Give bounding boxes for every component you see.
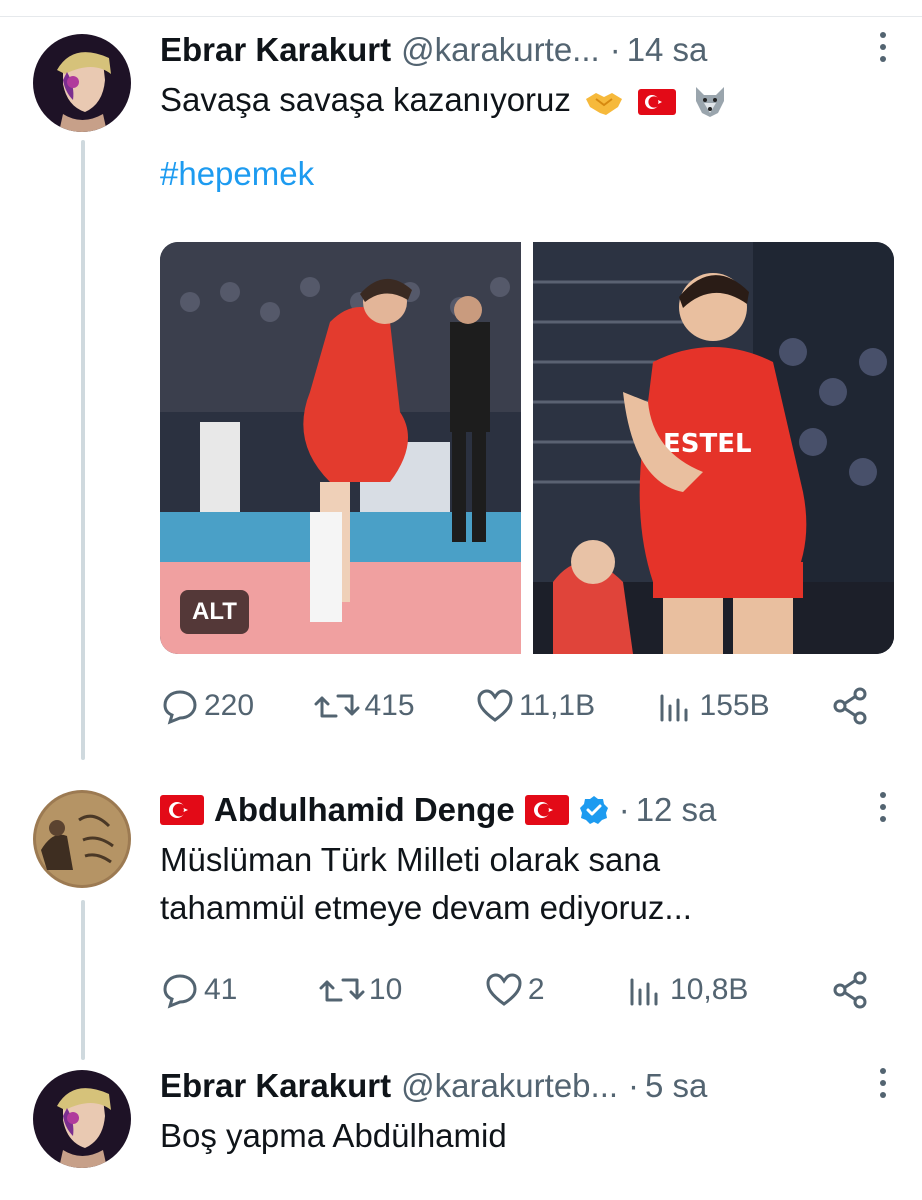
like-count: 2 xyxy=(527,973,545,1006)
more-options-icon[interactable] xyxy=(880,32,886,62)
wolf-emoji xyxy=(696,87,725,118)
views-button[interactable]: 155B xyxy=(656,686,770,726)
retweet-button[interactable]: 415 xyxy=(314,686,415,726)
timestamp[interactable]: 14 sa xyxy=(627,30,708,70)
turkish-flag-emoji xyxy=(638,89,677,116)
media-photo-1[interactable]: ALT xyxy=(160,242,521,654)
author-handle[interactable]: @karakurte... xyxy=(401,30,600,70)
tweet-header: Ebrar Karakurt @karakurteb... · 5 sa xyxy=(160,1066,882,1106)
tweet[interactable]: Ebrar Karakurt @karakurte... · 14 sa Sav… xyxy=(0,0,922,760)
separator: · xyxy=(628,1067,640,1104)
reply-icon xyxy=(163,974,197,1009)
tweet-text: Savaşa savaşa kazanıyoruz xyxy=(160,76,882,124)
tweet-text-line: tahammül etmeye devam ediyoruz... xyxy=(160,889,692,926)
tweet-text: Boş yapma Abdülhamid xyxy=(160,1117,507,1154)
turkish-flag-icon xyxy=(524,795,569,825)
reply-button[interactable]: 220 xyxy=(160,686,254,726)
share-button[interactable] xyxy=(830,686,870,726)
tweet-actions: 41 10 2 10,8B xyxy=(160,970,870,1010)
share-icon xyxy=(833,971,867,1009)
views-icon xyxy=(660,694,688,722)
alt-text-button[interactable]: ALT xyxy=(180,590,249,634)
share-button[interactable] xyxy=(830,970,870,1010)
tweet[interactable]: Abdulhamid Denge · 12 sa Müslüman Türk M… xyxy=(0,760,922,1060)
retweet-count: 10 xyxy=(368,973,403,1006)
hashtag-link[interactable]: #hepemek xyxy=(160,154,882,194)
views-icon xyxy=(630,978,658,1006)
retweet-button[interactable]: 10 xyxy=(319,970,402,1010)
reply-button[interactable]: 41 xyxy=(160,970,237,1010)
author-name[interactable]: Ebrar Karakurt xyxy=(160,30,391,70)
turkish-flag-icon xyxy=(160,795,204,825)
views-button[interactable]: 10,8B xyxy=(626,970,748,1010)
more-options-icon[interactable] xyxy=(880,1068,886,1098)
reply-count: 220 xyxy=(204,689,255,722)
heart-icon xyxy=(477,689,513,722)
like-count: 11,1B xyxy=(518,689,596,722)
svg-text:ESTEL: ESTEL xyxy=(663,429,752,459)
tweet-text-content: Savaşa savaşa kazanıyoruz xyxy=(160,81,571,118)
tweet-actions: 220 415 11,1B 155B xyxy=(160,686,870,726)
avatar[interactable] xyxy=(33,34,131,132)
reply-icon xyxy=(163,690,197,725)
author-name[interactable]: Ebrar Karakurt xyxy=(160,1066,391,1106)
views-count: 155B xyxy=(699,689,770,722)
tweet-text-line: Müslüman Türk Milleti olarak sana xyxy=(160,841,661,878)
separator: · xyxy=(618,791,630,828)
heart-icon xyxy=(486,973,522,1006)
separator: · xyxy=(609,31,621,68)
tweet-header: Abdulhamid Denge · 12 sa xyxy=(160,790,882,830)
retweet-count: 415 xyxy=(364,689,415,722)
tweet[interactable]: Ebrar Karakurt @karakurteb... · 5 sa Boş… xyxy=(0,1060,922,1200)
handshake-emoji xyxy=(586,93,623,116)
more-options-icon[interactable] xyxy=(880,792,886,822)
author-name[interactable]: Abdulhamid Denge xyxy=(214,790,515,830)
like-button[interactable]: 11,1B xyxy=(475,686,595,726)
verified-badge-icon xyxy=(579,796,608,824)
retweet-icon xyxy=(319,978,365,1002)
avatar[interactable] xyxy=(33,790,131,888)
timestamp[interactable]: 5 sa xyxy=(645,1066,707,1106)
author-handle[interactable]: @karakurteb... xyxy=(401,1066,618,1106)
reply-count: 41 xyxy=(204,973,238,1006)
share-icon xyxy=(833,687,867,725)
timestamp[interactable]: 12 sa xyxy=(636,790,717,830)
retweet-icon xyxy=(314,694,360,718)
tweet-media[interactable]: ALT ESTEL xyxy=(160,242,894,654)
tweet-header: Ebrar Karakurt @karakurte... · 14 sa xyxy=(160,30,882,70)
like-button[interactable]: 2 xyxy=(484,970,545,1010)
avatar[interactable] xyxy=(33,1070,131,1168)
media-photo-2[interactable]: ESTEL xyxy=(533,242,894,654)
views-count: 10,8B xyxy=(670,973,749,1006)
